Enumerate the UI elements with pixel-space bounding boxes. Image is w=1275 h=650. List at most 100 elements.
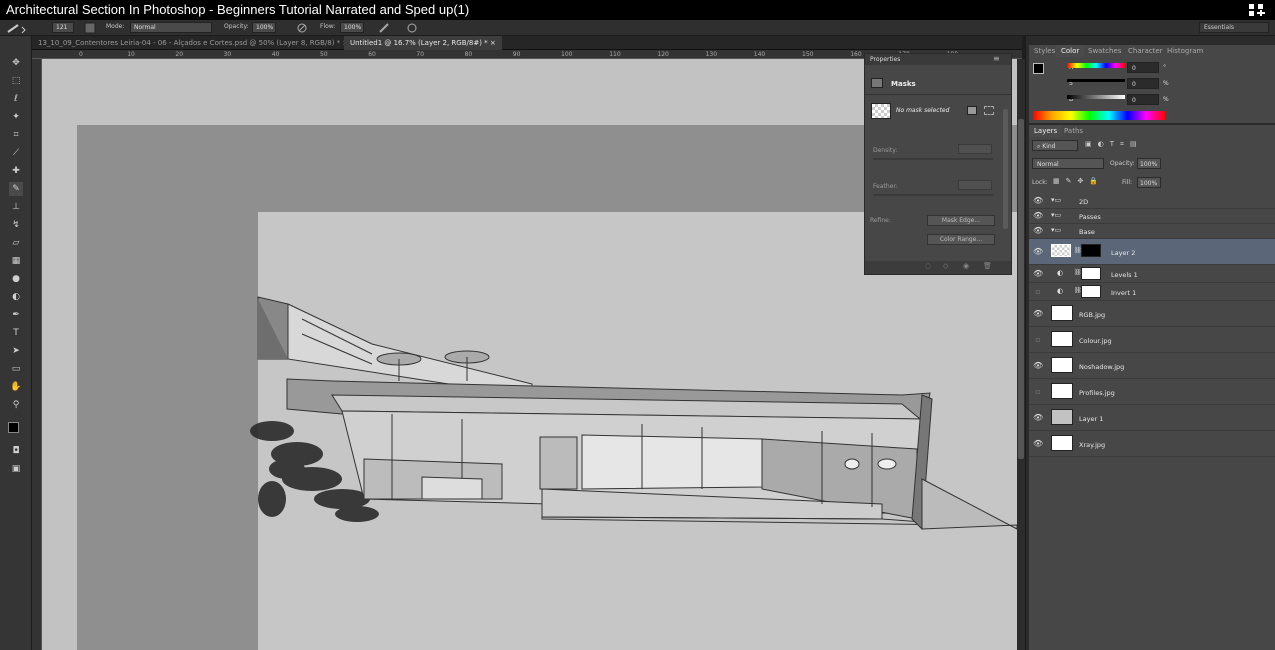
gradient-tool-icon[interactable]: ▦ — [9, 254, 23, 268]
eye-icon[interactable]: 👁 — [1033, 269, 1043, 279]
tab-untitled1[interactable]: Untitled1 @ 16.7% (Layer 2, RGB/8#) * × — [344, 36, 502, 50]
visibility-toggle[interactable]: ▫ — [1033, 335, 1043, 345]
eye-icon[interactable]: 👁 — [1033, 247, 1043, 257]
lock-icons[interactable]: ▦✎✥🔒 — [1053, 177, 1115, 187]
tab-swatches[interactable]: Swatches — [1083, 45, 1126, 57]
visibility-toggle[interactable]: ▫ — [1033, 287, 1043, 297]
folder-icon[interactable]: ▾▭ — [1051, 226, 1061, 234]
opacity-input[interactable]: 100% — [252, 22, 276, 33]
layer-filter-icons[interactable]: ▣◐T⌗▤ — [1085, 140, 1169, 151]
tab-paths[interactable]: Paths — [1059, 125, 1088, 137]
history-brush-tool-icon[interactable]: ↯ — [9, 218, 23, 232]
layer-group-passes[interactable]: 👁 ▾▭ Passes — [1029, 209, 1275, 224]
foreground-color-swatch[interactable] — [1033, 63, 1044, 74]
hue-slider[interactable] — [1067, 63, 1125, 68]
folder-icon[interactable]: ▾▭ — [1051, 211, 1061, 219]
brush-tool-active-icon[interactable]: ✎ — [9, 182, 23, 196]
disable-mask-icon[interactable]: ◉ — [963, 262, 969, 270]
layer-opacity-input[interactable]: 100% — [1137, 158, 1161, 169]
brush-panel-icon[interactable] — [84, 22, 96, 34]
airbrush-pressure-icon[interactable] — [296, 22, 308, 34]
layer-group-base[interactable]: 👁 ▾▭ Base — [1029, 224, 1275, 239]
eye-icon[interactable]: 👁 — [1033, 413, 1043, 423]
properties-scrollbar[interactable] — [1003, 109, 1008, 229]
blur-tool-icon[interactable]: ● — [9, 272, 23, 286]
layer-group-2d[interactable]: 👁 ▾▭ 2D — [1029, 194, 1275, 209]
quick-mask-icon[interactable]: ◘ — [9, 444, 23, 458]
layer-fill-input[interactable]: 100% — [1137, 177, 1161, 188]
layer-row[interactable]: 👁 Layer 1 — [1029, 405, 1275, 431]
layer-row[interactable]: ▫ Profiles.jpg — [1029, 379, 1275, 405]
type-tool-icon[interactable]: T — [9, 326, 23, 340]
feather-input[interactable] — [958, 180, 992, 190]
brightness-slider[interactable] — [1067, 95, 1125, 99]
tab-layers[interactable]: Layers — [1029, 125, 1063, 137]
airbrush-icon[interactable] — [378, 22, 390, 34]
brightness-value[interactable]: 0 — [1127, 94, 1159, 105]
tab-character[interactable]: Character — [1123, 45, 1168, 57]
trash-icon[interactable]: 🗑 — [983, 262, 992, 270]
move-tool-icon[interactable]: ✥ — [9, 56, 23, 70]
lasso-tool-icon[interactable]: ℓ — [9, 92, 23, 106]
workspace-switcher[interactable]: Essentials — [1199, 22, 1269, 33]
eye-icon[interactable]: 👁 — [1033, 361, 1043, 371]
hue-value[interactable]: 0 — [1127, 62, 1159, 73]
mask-edge-button[interactable]: Mask Edge... — [927, 215, 995, 226]
path-selection-tool-icon[interactable]: ➤ — [9, 344, 23, 358]
eye-icon[interactable]: 👁 — [1033, 211, 1043, 221]
marquee-tool-icon[interactable]: ⬚ — [9, 74, 23, 88]
eye-icon[interactable]: 👁 — [1033, 226, 1043, 236]
layer-row[interactable]: 👁 ⛓ Layer 2 — [1029, 239, 1275, 265]
fullscreen-icon[interactable] — [1248, 3, 1266, 17]
tab-contentores[interactable]: 13_10_09_Contentores Leiria-04 - 06 - Al… — [32, 36, 348, 50]
blend-mode-select[interactable]: Normal — [1032, 158, 1104, 169]
layer-row[interactable]: 👁 ◐ ⛓ Levels 1 — [1029, 265, 1275, 283]
tab-color[interactable]: Color — [1056, 45, 1085, 57]
layer-row[interactable]: ▫ ◐ ⛓ Invert 1 — [1029, 283, 1275, 301]
zoom-tool-icon[interactable]: ⚲ — [9, 398, 23, 412]
canvas-vertical-scrollbar[interactable] — [1017, 59, 1025, 650]
close-icon[interactable]: × — [490, 39, 496, 47]
scrollbar-thumb[interactable] — [1018, 119, 1024, 459]
layer-row[interactable]: 👁 RGB.jpg — [1029, 301, 1275, 327]
crop-tool-icon[interactable]: ⌗ — [9, 128, 23, 142]
shape-tool-icon[interactable]: ▭ — [9, 362, 23, 376]
layer-row[interactable]: 👁 Noshadow.jpg — [1029, 353, 1275, 379]
density-slider[interactable] — [873, 158, 993, 160]
density-input[interactable] — [958, 144, 992, 154]
panel-menu-icon[interactable]: ≡ — [993, 54, 1000, 63]
tab-histogram[interactable]: Histogram — [1162, 45, 1208, 57]
tablet-size-pressure-icon[interactable] — [406, 22, 418, 34]
eraser-tool-icon[interactable]: ▱ — [9, 236, 23, 250]
flow-input[interactable]: 100% — [340, 22, 364, 33]
brush-size-picker[interactable]: 121 — [52, 22, 74, 33]
eyedropper-tool-icon[interactable]: ⟋ — [9, 146, 23, 160]
filter-kind-select[interactable]: ⌕ Kind — [1032, 140, 1078, 151]
eye-icon[interactable]: 👁 — [1033, 309, 1043, 319]
screen-mode-icon[interactable]: ▣ — [9, 462, 23, 476]
dodge-tool-icon[interactable]: ◐ — [9, 290, 23, 304]
saturation-slider[interactable] — [1067, 79, 1125, 82]
layer-row[interactable]: ▫ Colour.jpg — [1029, 327, 1275, 353]
pen-tool-icon[interactable]: ✒ — [9, 308, 23, 322]
clone-stamp-tool-icon[interactable]: ⊥ — [9, 200, 23, 214]
visibility-toggle[interactable]: ▫ — [1033, 387, 1043, 397]
apply-mask-icon[interactable]: ◇ — [943, 262, 948, 270]
color-range-button[interactable]: Color Range... — [927, 234, 995, 245]
layer-row[interactable]: 👁 Xray.jpg — [1029, 431, 1275, 457]
add-pixel-mask-icon[interactable] — [967, 106, 977, 115]
healing-brush-tool-icon[interactable]: ✚ — [9, 164, 23, 178]
hand-tool-icon[interactable]: ✋ — [9, 380, 23, 394]
brush-tool-icon[interactable] — [6, 22, 28, 34]
mode-select[interactable]: Normal — [130, 22, 212, 33]
magic-wand-tool-icon[interactable]: ✦ — [9, 110, 23, 124]
add-vector-mask-icon[interactable] — [984, 106, 994, 115]
color-spectrum-bar[interactable] — [1033, 111, 1165, 120]
saturation-value[interactable]: 0 — [1127, 78, 1159, 89]
foreground-color-swatch[interactable] — [8, 422, 19, 433]
properties-tab[interactable]: Properties — [870, 56, 900, 63]
eye-icon[interactable]: 👁 — [1033, 196, 1043, 206]
feather-slider[interactable] — [873, 194, 993, 196]
eye-icon[interactable]: 👁 — [1033, 439, 1043, 449]
folder-icon[interactable]: ▾▭ — [1051, 196, 1061, 204]
